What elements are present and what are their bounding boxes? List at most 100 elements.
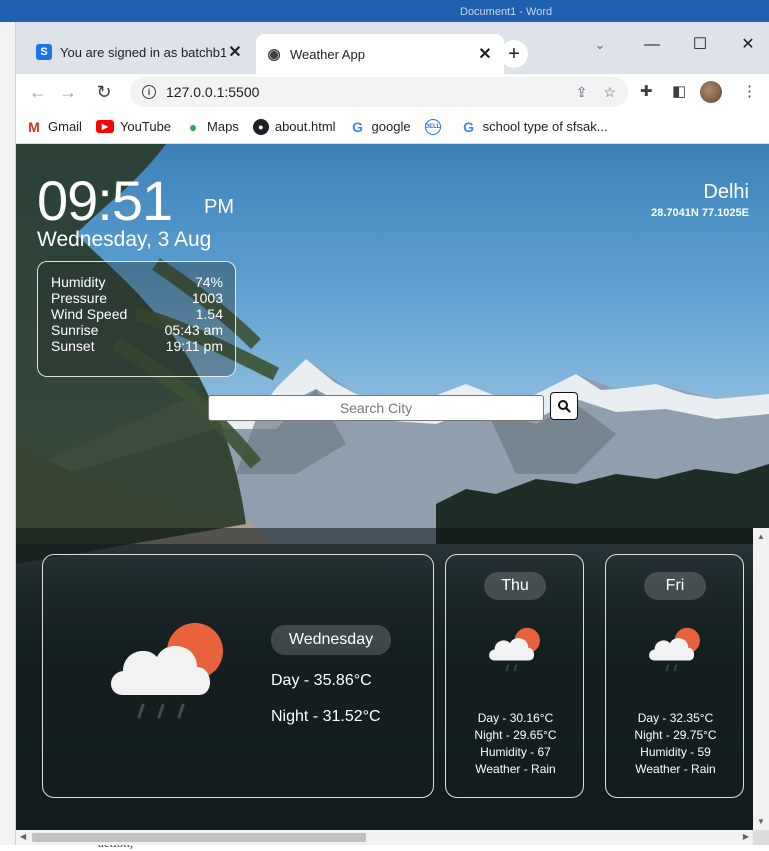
page-viewport: 09:51 PM Wednesday, 3 Aug Humidity 74% P… — [16, 144, 769, 845]
detail-value: 1003 — [191, 290, 223, 306]
scrollbar-corner — [753, 830, 769, 845]
search-button[interactable] — [550, 392, 578, 420]
new-tab-button[interactable]: + — [500, 40, 528, 68]
kebab-menu-icon[interactable]: ⋮ — [742, 82, 757, 100]
tab-weather-app[interactable]: ◉ Weather App ✕ — [256, 34, 504, 74]
youtube-icon: ▶ — [95, 120, 114, 133]
detail-sunset: Sunset 19:11 pm — [51, 338, 223, 354]
today-day-temp: Day - 35.86°C — [271, 672, 372, 689]
detail-label: Wind Speed — [51, 306, 128, 322]
search-city-input[interactable] — [208, 395, 544, 421]
scroll-up-arrow-icon[interactable]: ▲ — [757, 532, 765, 541]
bookmark-maps[interactable]: ● Maps — [185, 119, 239, 135]
forecast-night-temp: Night - 29.75°C — [634, 728, 717, 742]
word-title-bar: Document1 - Word — [0, 0, 769, 22]
dell-icon: DELL — [424, 118, 441, 135]
detail-humidity: Humidity 74% — [51, 274, 223, 290]
am-pm-indicator: PM — [204, 196, 234, 218]
horizontal-scrollbar[interactable]: ◀ ▶ — [16, 830, 753, 845]
tab-title: Weather App — [290, 46, 365, 62]
detail-value: 05:43 am — [164, 322, 223, 338]
detail-wind-speed: Wind Speed 1.54 — [51, 306, 223, 322]
search-icon — [558, 400, 571, 413]
reload-button[interactable]: ↻ — [92, 80, 116, 104]
forecast-day-temp: Day - 32.35°C — [637, 711, 714, 725]
cloud-rain-sun-icon — [489, 627, 540, 672]
detail-sunrise: Sunrise 05:43 am — [51, 322, 223, 338]
github-icon: ● — [252, 118, 269, 135]
cloud-rain-sun-icon — [649, 627, 700, 672]
background-document-edge — [0, 22, 16, 845]
google-icon: G — [463, 118, 475, 135]
forecast-weather: Weather - Rain — [475, 762, 556, 776]
forward-button[interactable]: → — [56, 80, 80, 104]
bookmark-label: Maps — [207, 119, 239, 134]
forecast-card-fri: Fri Day - 32.35°C Night - 29.75°C Humidi… — [605, 554, 744, 798]
gmail-icon: M — [28, 118, 40, 135]
bookmark-label: google — [371, 119, 411, 134]
forecast-humidity: Humidity - 67 — [480, 745, 551, 759]
bookmark-google[interactable]: G google — [350, 119, 411, 135]
weather-details-card: Humidity 74% Pressure 1003 Wind Speed 1.… — [37, 261, 236, 377]
back-button[interactable]: ← — [26, 80, 50, 104]
forecast-humidity: Humidity - 59 — [640, 745, 711, 759]
bookmark-label: YouTube — [119, 119, 172, 134]
tab-strip: S You are signed in as batchb1 ✕ ◉ Weath… — [16, 22, 769, 74]
scroll-down-arrow-icon[interactable]: ▼ — [757, 817, 765, 826]
detail-pressure: Pressure 1003 — [51, 290, 223, 306]
bookmarks-bar: M Gmail ▶ YouTube ● Maps ● about.html G … — [16, 110, 769, 144]
detail-label: Sunset — [51, 338, 95, 354]
word-window-title: Document1 - Word — [460, 6, 553, 18]
info-icon[interactable]: i — [142, 85, 156, 99]
bookmark-gmail[interactable]: M Gmail — [26, 119, 82, 135]
extensions-icon[interactable]: ✚ — [640, 82, 653, 100]
tab-favicon: S — [36, 44, 52, 60]
forecast-card-thu: Thu Day - 30.16°C Night - 29.65°C Humidi… — [445, 554, 584, 798]
chevron-down-icon[interactable]: ⌄ — [580, 30, 620, 60]
today-forecast-card: Wednesday Day - 35.86°C Night - 31.52°C — [42, 554, 434, 798]
detail-value: 1.54 — [195, 306, 223, 322]
browser-toolbar: ← → ↻ i 127.0.0.1:5500 ⇪ ☆ ✚ ◧ ⋮ — [16, 74, 769, 110]
close-icon[interactable]: ✕ — [226, 42, 244, 62]
current-time: 09:51 — [37, 169, 173, 232]
profile-avatar[interactable] — [700, 81, 722, 103]
scroll-left-arrow-icon[interactable]: ◀ — [20, 832, 26, 841]
browser-window: S You are signed in as batchb1 ✕ ◉ Weath… — [16, 22, 769, 845]
forecast-night-temp: Night - 29.65°C — [474, 728, 557, 742]
maximize-button[interactable]: ☐ — [680, 30, 720, 60]
detail-label: Pressure — [51, 290, 108, 306]
window-close-button[interactable]: ✕ — [728, 30, 768, 60]
globe-icon: ◉ — [267, 46, 281, 63]
forecast-stats: Day - 32.35°C Night - 29.75°C Humidity -… — [606, 710, 745, 778]
share-icon[interactable]: ⇪ — [576, 84, 588, 101]
url-text[interactable]: 127.0.0.1:5500 — [166, 84, 560, 100]
bookmark-school[interactable]: G school type of sfsak... — [461, 118, 608, 135]
detail-value: 74% — [194, 274, 223, 290]
tab-title: You are signed in as batchb1 — [60, 44, 226, 60]
vertical-scrollbar[interactable]: ▲ ▼ — [753, 528, 769, 830]
tab-signed-in[interactable]: S You are signed in as batchb1 ✕ — [26, 34, 254, 70]
star-icon[interactable]: ☆ — [603, 84, 616, 101]
google-icon: G — [352, 118, 363, 135]
bookmark-label: school type of sfsak... — [482, 119, 608, 134]
bookmark-dell[interactable]: DELL — [424, 118, 447, 135]
cloud-rain-sun-icon — [111, 623, 223, 719]
side-panel-icon[interactable]: ◧ — [672, 82, 686, 100]
city-name: Delhi — [703, 181, 749, 203]
bookmark-label: Gmail — [48, 119, 82, 134]
detail-value: 19:11 pm — [165, 338, 223, 354]
address-bar[interactable]: i 127.0.0.1:5500 ⇪ ☆ — [130, 77, 628, 107]
current-date: Wednesday, 3 Aug — [37, 228, 212, 251]
city-coordinates: 28.7041N 77.1025E — [651, 207, 749, 219]
scroll-right-arrow-icon[interactable]: ▶ — [743, 832, 749, 841]
minimize-button[interactable]: — — [632, 30, 672, 60]
detail-label: Sunrise — [51, 322, 99, 338]
bookmark-about-html[interactable]: ● about.html — [252, 118, 336, 135]
close-icon[interactable]: ✕ — [476, 44, 494, 64]
today-night-temp: Night - 31.52°C — [271, 708, 381, 725]
forecast-stats: Day - 30.16°C Night - 29.65°C Humidity -… — [446, 710, 585, 778]
horizontal-scroll-thumb[interactable] — [32, 833, 366, 842]
bookmark-youtube[interactable]: ▶ YouTube — [95, 119, 172, 134]
forecast-day-temp: Day - 30.16°C — [477, 711, 554, 725]
forecast-day-label: Fri — [644, 572, 706, 600]
